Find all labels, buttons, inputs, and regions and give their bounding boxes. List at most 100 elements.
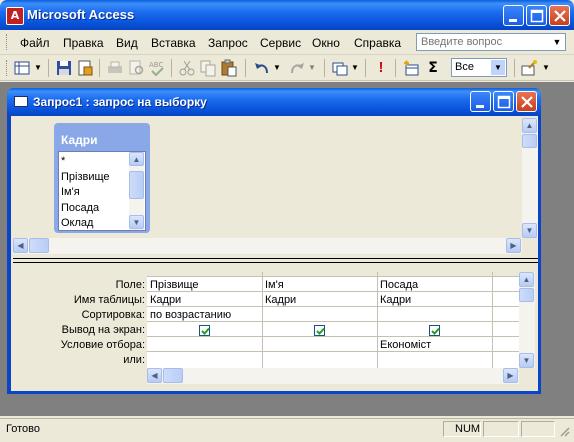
grid-cell-table[interactable]: Кадри — [380, 294, 490, 306]
redo-dropdown-icon[interactable]: ▼ — [307, 59, 317, 77]
query-close-button[interactable] — [516, 91, 537, 112]
cut-icon[interactable] — [178, 59, 196, 77]
undo-dropdown-icon[interactable]: ▼ — [272, 59, 282, 77]
scroll-up-button[interactable]: ▲ — [129, 152, 144, 166]
resize-grip-icon[interactable] — [558, 425, 570, 437]
query-type-icon[interactable] — [331, 59, 349, 77]
close-button[interactable] — [549, 5, 570, 26]
scroll-down-button[interactable]: ▼ — [522, 223, 537, 238]
row-label-show: Вывод на экран: — [61, 324, 145, 336]
menu-window[interactable]: Окно — [312, 36, 340, 50]
menu-file[interactable]: Файл — [20, 36, 50, 50]
checkmark-icon — [431, 327, 440, 335]
grid-line — [492, 272, 493, 368]
build-icon[interactable] — [520, 59, 538, 77]
copy-icon[interactable] — [199, 59, 217, 77]
grid-line — [147, 306, 519, 307]
toolbar-separator — [514, 59, 515, 77]
grid-line — [147, 291, 519, 292]
save-icon[interactable] — [55, 59, 73, 77]
scroll-right-button[interactable]: ▶ — [503, 368, 518, 383]
row-label-criteria: Условие отбора: — [60, 339, 145, 351]
num-lock-indicator: NUM — [455, 423, 481, 435]
field-item[interactable]: Посада — [61, 202, 99, 214]
field-item[interactable]: Ім'я — [61, 186, 80, 198]
vscroll-thumb[interactable] — [522, 134, 537, 148]
spelling-icon[interactable]: ABC — [148, 59, 166, 77]
paste-icon[interactable] — [220, 59, 238, 77]
grid-cell-field[interactable]: Посада — [380, 279, 490, 291]
query-maximize-button[interactable] — [493, 91, 514, 112]
grid-line — [377, 272, 378, 368]
scroll-up-button[interactable]: ▲ — [519, 272, 534, 287]
menu-query[interactable]: Запрос — [208, 36, 248, 50]
query-icon[interactable] — [14, 96, 28, 107]
maximize-icon — [497, 95, 511, 109]
show-checkbox[interactable] — [429, 325, 440, 336]
access-app-icon[interactable]: A — [6, 7, 24, 25]
menu-help[interactable]: Справка — [354, 36, 401, 50]
query-minimize-button[interactable] — [470, 91, 491, 112]
scroll-up-button[interactable]: ▲ — [522, 118, 537, 133]
column-selector-row[interactable] — [147, 272, 519, 277]
help-question-input[interactable] — [417, 34, 549, 50]
print-preview-icon[interactable] — [127, 59, 145, 77]
toolbar-options-icon[interactable]: ▼ — [541, 59, 551, 77]
scroll-right-button[interactable]: ▶ — [506, 238, 521, 253]
hscroll-thumb[interactable] — [163, 368, 183, 383]
vscroll-thumb[interactable] — [129, 171, 144, 199]
grid-cell-table[interactable]: Кадри — [150, 294, 260, 306]
help-question-box[interactable]: ▼ — [416, 33, 566, 51]
checkmark-icon — [201, 327, 210, 335]
menu-edit[interactable]: Правка — [63, 36, 104, 50]
vscroll-thumb[interactable] — [519, 288, 534, 302]
field-item[interactable]: Оклад — [61, 217, 93, 229]
undo-icon[interactable] — [253, 59, 271, 77]
grid-cell-criteria[interactable]: Економіст — [380, 339, 490, 351]
row-label-table: Имя таблицы: — [73, 294, 145, 306]
view-dropdown-icon[interactable]: ▼ — [33, 59, 43, 77]
table-pane-hscrollbar[interactable] — [13, 238, 522, 254]
query-type-dropdown-icon[interactable]: ▼ — [350, 59, 360, 77]
run-icon[interactable]: ! — [372, 59, 390, 77]
grid-hscrollbar[interactable] — [147, 368, 519, 384]
field-item[interactable]: Прізвище — [61, 171, 110, 183]
toolbar-separator — [48, 59, 49, 77]
toolbar-separator — [365, 59, 366, 77]
properties-icon[interactable] — [76, 59, 94, 77]
field-item[interactable]: * — [61, 155, 65, 167]
grid-cell-field[interactable]: Прізвище — [150, 279, 260, 291]
menubar-grip[interactable] — [6, 34, 10, 50]
redo-icon[interactable] — [288, 59, 306, 77]
grid-cell-field[interactable]: Ім'я — [265, 279, 375, 291]
totals-icon[interactable]: Σ — [424, 59, 442, 77]
scroll-left-button[interactable]: ◀ — [147, 368, 162, 383]
grid-cell-sort[interactable]: по возрастанию — [150, 309, 260, 321]
view-icon[interactable] — [13, 59, 31, 77]
toolbar-separator — [99, 59, 100, 77]
hscroll-thumb[interactable] — [29, 238, 49, 253]
chevron-down-icon[interactable]: ▼ — [491, 60, 505, 75]
grid-line — [262, 272, 263, 368]
toolbar-separator — [245, 59, 246, 77]
scroll-down-button[interactable]: ▼ — [129, 215, 144, 229]
maximize-button[interactable] — [526, 5, 547, 26]
menu-tools[interactable]: Сервис — [260, 36, 301, 50]
top-values-select[interactable]: Все ▼ — [451, 58, 507, 77]
chevron-down-icon[interactable]: ▼ — [550, 35, 564, 49]
show-checkbox[interactable] — [314, 325, 325, 336]
toolbar-separator — [395, 59, 396, 77]
pane-splitter[interactable] — [13, 258, 538, 263]
show-table-icon[interactable] — [402, 59, 420, 77]
menu-insert[interactable]: Вставка — [151, 36, 196, 50]
show-checkbox[interactable] — [199, 325, 210, 336]
table-field-list-title[interactable]: Кадри — [61, 133, 97, 147]
scroll-left-button[interactable]: ◀ — [13, 238, 28, 253]
menu-view[interactable]: Вид — [116, 36, 138, 50]
status-panel — [521, 421, 555, 437]
grid-cell-table[interactable]: Кадри — [265, 294, 375, 306]
toolbar-grip[interactable] — [6, 60, 10, 76]
minimize-button[interactable] — [503, 5, 524, 26]
print-icon[interactable] — [106, 59, 124, 77]
scroll-down-button[interactable]: ▼ — [519, 353, 534, 368]
